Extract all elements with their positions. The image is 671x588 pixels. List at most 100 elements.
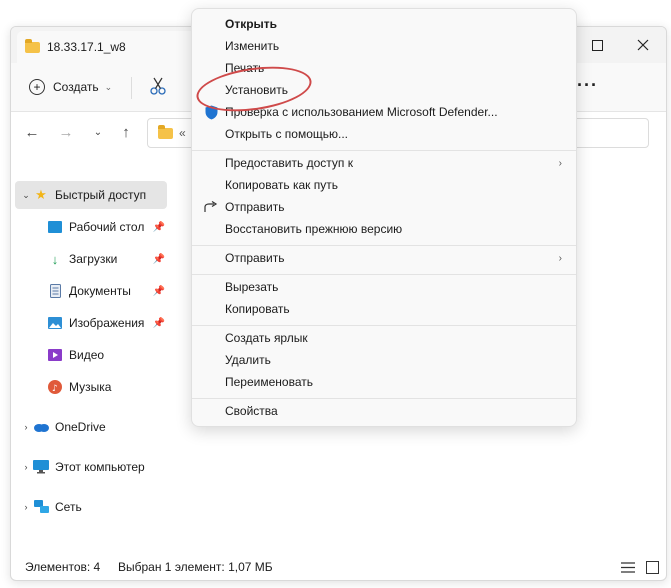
music-icon: ♪ — [47, 379, 63, 395]
sidebar-item-label: Быстрый доступ — [55, 188, 147, 202]
menu-item-copy[interactable]: Копировать — [196, 298, 572, 320]
create-label: Создать — [53, 80, 99, 94]
menu-item-open-with[interactable]: Открыть с помощью... — [196, 123, 572, 145]
menu-item-label: Восстановить прежнюю версию — [225, 222, 403, 236]
sidebar-item-documents[interactable]: Документы 📌 — [47, 277, 167, 305]
sidebar-item-pictures[interactable]: Изображения 📌 — [47, 309, 167, 337]
menu-separator — [192, 274, 576, 275]
sidebar-item-downloads[interactable]: ↓ Загрузки 📌 — [47, 245, 167, 273]
menu-item-share[interactable]: Отправить — [196, 196, 572, 218]
chevron-right-icon: › — [558, 252, 562, 264]
documents-icon — [47, 283, 63, 299]
close-button[interactable] — [620, 27, 666, 63]
sidebar-item-label: Документы — [69, 284, 131, 298]
sidebar-item-desktop[interactable]: Рабочий стол 📌 — [47, 213, 167, 241]
sidebar-item-label: Изображения — [69, 316, 145, 330]
maximize-button[interactable] — [574, 27, 620, 63]
sidebar-item-video[interactable]: Видео — [47, 341, 167, 369]
menu-separator — [192, 398, 576, 399]
video-icon — [47, 347, 63, 363]
chevron-right-icon[interactable]: › — [19, 462, 33, 472]
menu-item-label: Вырезать — [225, 280, 279, 294]
pin-icon: 📌 — [152, 317, 165, 329]
menu-item-label: Создать ярлык — [225, 331, 308, 345]
arrow-right-icon: → — [58, 123, 74, 141]
share-icon — [203, 199, 219, 215]
details-view-button[interactable] — [620, 560, 636, 574]
sidebar-item-label: Загрузки — [69, 252, 118, 266]
breadcrumb-overflow[interactable]: « — [179, 126, 186, 140]
pin-icon: 📌 — [152, 285, 165, 297]
forward-button[interactable]: → — [55, 122, 77, 142]
pin-icon: 📌 — [152, 221, 165, 233]
tiles-view-icon — [645, 560, 659, 574]
sidebar-item-music[interactable]: ♪ Музыка — [47, 373, 167, 401]
selection-info: Выбран 1 элемент: 1,07 МБ — [118, 560, 273, 574]
chevron-right-icon[interactable]: › — [19, 502, 33, 512]
menu-separator — [192, 325, 576, 326]
sidebar-item-quick-access[interactable]: ⌄ ★ Быстрый доступ — [15, 181, 167, 209]
create-button[interactable]: + Создать ⌄ — [29, 77, 112, 97]
star-icon: ★ — [35, 187, 47, 202]
cut-button[interactable] — [147, 75, 169, 97]
sidebar-item-label: Этот компьютер — [55, 460, 145, 474]
plus-icon: + — [29, 79, 45, 95]
details-view-icon — [621, 561, 635, 573]
tab-current-folder[interactable]: 18.33.17.1_w8 — [17, 31, 197, 63]
chevron-down-icon[interactable]: ⌄ — [19, 190, 33, 201]
menu-item-label: Открыть — [225, 17, 278, 31]
chevron-right-icon: › — [558, 157, 562, 169]
menu-item-label: Предоставить доступ к — [225, 156, 353, 170]
sidebar-item-network[interactable]: › Сеть — [15, 493, 167, 521]
menu-item-label: Переименовать — [225, 375, 313, 389]
arrow-left-icon: ← — [24, 123, 40, 141]
menu-item-send-to[interactable]: Отправить › — [196, 247, 572, 269]
menu-item-label: Копировать как путь — [225, 178, 338, 192]
menu-item-restore-previous-version[interactable]: Восстановить прежнюю версию — [196, 218, 572, 240]
menu-item-label: Открыть с помощью... — [225, 127, 349, 141]
up-button[interactable]: ↑ — [115, 122, 137, 142]
sidebar-item-this-pc[interactable]: › Этот компьютер — [15, 453, 167, 481]
close-icon — [637, 39, 649, 51]
svg-text:♪: ♪ — [52, 384, 58, 394]
sidebar-item-label: Музыка — [69, 380, 112, 394]
menu-item-label: Копировать — [225, 302, 290, 316]
menu-item-copy-as-path[interactable]: Копировать как путь — [196, 174, 572, 196]
menu-item-label: Отправить — [225, 251, 285, 265]
cloud-icon — [33, 419, 49, 435]
folder-icon — [25, 38, 40, 53]
status-bar: Элементов: 4 Выбран 1 элемент: 1,07 МБ — [11, 554, 666, 580]
tab-title: 18.33.17.1_w8 — [47, 40, 126, 54]
menu-item-properties[interactable]: Свойства — [196, 400, 572, 422]
monitor-icon — [33, 459, 49, 475]
sidebar-item-label: OneDrive — [55, 420, 106, 434]
toolbar-divider — [131, 77, 132, 99]
tiles-view-button[interactable] — [644, 560, 660, 574]
sidebar-item-label: Сеть — [55, 500, 82, 514]
arrow-up-icon: ↑ — [122, 123, 130, 141]
chevron-down-icon: ⌄ — [93, 126, 103, 138]
chevron-down-icon: ⌄ — [104, 81, 113, 92]
menu-item-label: Изменить — [225, 39, 280, 53]
scissors-icon — [150, 77, 166, 95]
sidebar-item-label: Рабочий стол — [69, 220, 145, 234]
menu-item-rename[interactable]: Переименовать — [196, 371, 572, 393]
menu-item-open[interactable]: Открыть — [196, 13, 572, 35]
menu-item-cut[interactable]: Вырезать — [196, 276, 572, 298]
more-options-button[interactable]: ··· — [577, 75, 598, 96]
items-count: Элементов: 4 — [25, 560, 101, 574]
menu-item-create-shortcut[interactable]: Создать ярлык — [196, 327, 572, 349]
sidebar-item-label: Видео — [69, 348, 105, 362]
sidebar-item-onedrive[interactable]: › OneDrive — [15, 413, 167, 441]
pin-icon: 📌 — [152, 253, 165, 265]
menu-separator — [192, 150, 576, 151]
menu-separator — [192, 245, 576, 246]
recent-locations-button[interactable]: ⌄ — [87, 122, 109, 142]
back-button[interactable]: ← — [21, 122, 43, 142]
menu-item-delete[interactable]: Удалить — [196, 349, 572, 371]
menu-item-give-access[interactable]: Предоставить доступ к › — [196, 152, 572, 174]
pictures-icon — [47, 315, 63, 331]
chevron-right-icon[interactable]: › — [19, 422, 33, 432]
folder-icon — [158, 124, 173, 139]
menu-item-edit[interactable]: Изменить — [196, 35, 572, 57]
